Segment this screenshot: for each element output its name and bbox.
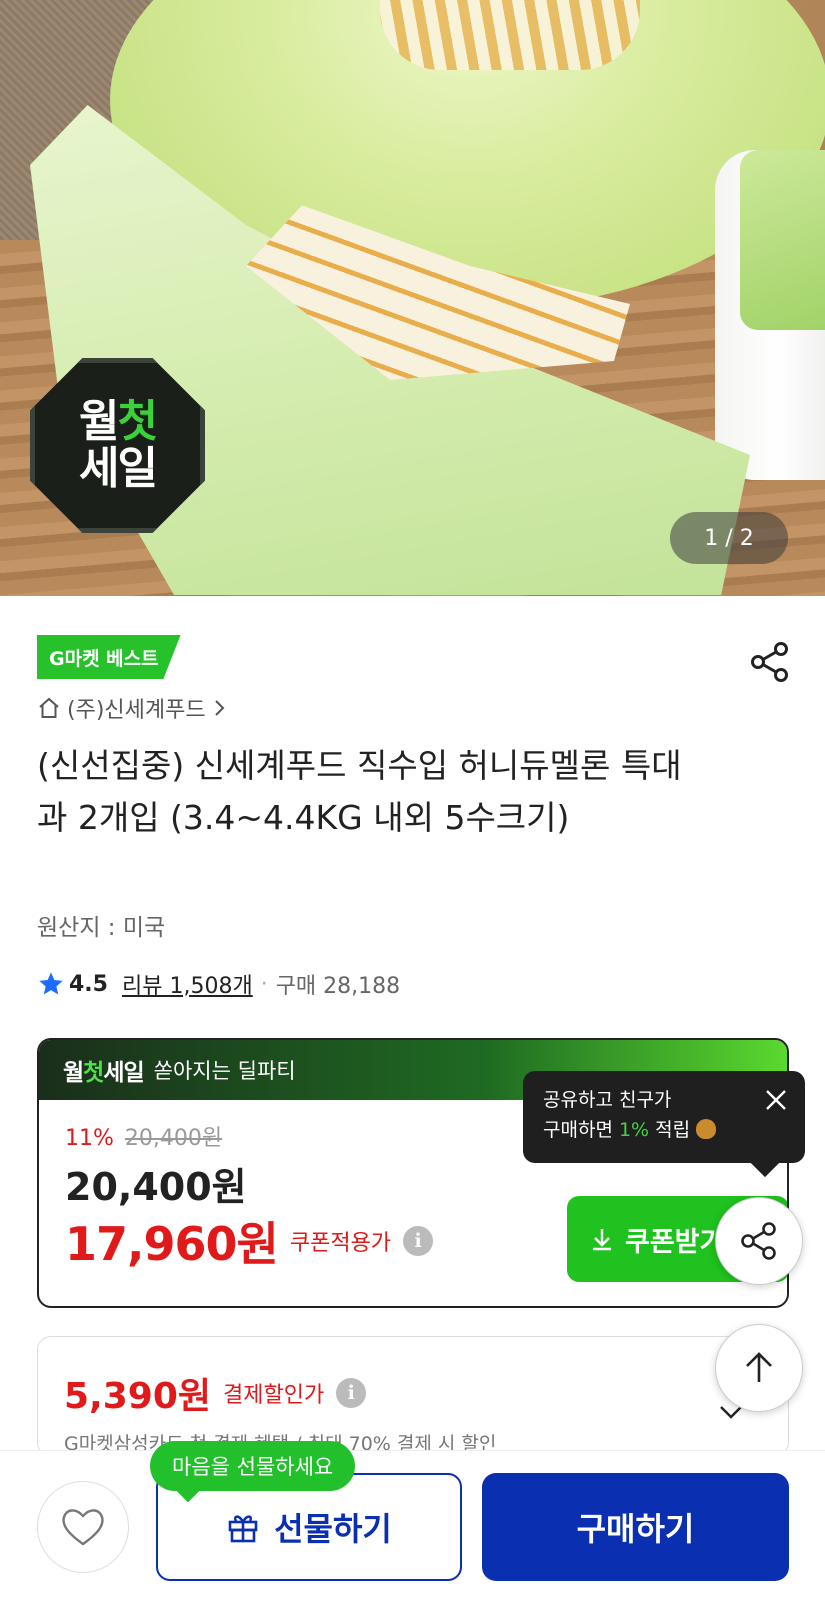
- image-page-indicator: 1 / 2: [670, 512, 788, 564]
- buy-button[interactable]: 구매하기: [482, 1473, 789, 1581]
- heart-icon: [62, 1509, 104, 1546]
- badge-text-2: 첫: [117, 396, 159, 448]
- close-icon[interactable]: [761, 1085, 791, 1115]
- origin-info: 원산지 : 미국: [37, 915, 166, 941]
- deal-subtitle: 쏟아지는 딜파티: [153, 1059, 296, 1083]
- discount-percent: 11%: [65, 1126, 114, 1151]
- sale-price: 20,400원: [65, 1165, 247, 1209]
- discount-row: 11% 20,400원: [65, 1120, 222, 1152]
- tooltip-line-1: 공유하고 친구가: [543, 1089, 672, 1111]
- image-bowl-fruit: [740, 150, 825, 330]
- payment-price-row: 5,390원 결제할인가 i: [64, 1367, 367, 1419]
- coupon-download-label: 쿠폰받기: [625, 1226, 725, 1258]
- seller-name: (주)신세계푸드: [67, 698, 206, 723]
- share-reward-tooltip: 공유하고 친구가 구매하면 1% 적립: [523, 1071, 805, 1178]
- monthly-sale-badge: 월첫 세일: [30, 358, 205, 533]
- seller-link[interactable]: (주)신세계푸드: [37, 692, 228, 724]
- gift-button-label: 선물하기: [274, 1510, 392, 1548]
- star-icon: [39, 972, 63, 995]
- image-melon-seeds: [380, 0, 640, 70]
- payment-price-label: 결제할인가: [223, 1383, 325, 1408]
- share-icon: [741, 1222, 776, 1260]
- home-icon: [39, 697, 59, 718]
- badge-text-3: 세일: [79, 442, 158, 494]
- scroll-to-top-button[interactable]: [715, 1324, 803, 1412]
- gmarket-best-badge: G마켓 베스트: [37, 635, 181, 679]
- separator-dot: ·: [260, 971, 268, 997]
- payment-price: 5,390원: [64, 1376, 211, 1417]
- share-icon[interactable]: [748, 640, 792, 684]
- gift-promo-bubble: 마음을 선물하세요: [150, 1441, 356, 1503]
- original-price: 20,400원: [124, 1126, 223, 1151]
- rating-row: 4.5 리뷰 1,508개 · 구매 28,188: [37, 968, 400, 1000]
- floating-share-button[interactable]: [715, 1197, 803, 1285]
- money-bag-icon: [696, 1119, 717, 1140]
- purchase-count: 구매 28,188: [275, 974, 401, 999]
- deal-brand: 월첫세일: [63, 1060, 145, 1086]
- rating-score: 4.5: [69, 971, 108, 997]
- coupon-price-row: 17,960원 쿠폰적용가 i: [65, 1208, 434, 1274]
- tooltip-line-2: 구매하면 1% 적립: [543, 1115, 785, 1145]
- review-link[interactable]: 리뷰 1,508개: [122, 968, 253, 1000]
- info-icon[interactable]: i: [336, 1378, 367, 1408]
- payment-discount-box[interactable]: 5,390원 결제할인가 i G마켓삼성카드 첫 결제 혜택 / 최대 70% …: [37, 1336, 789, 1456]
- coupon-price-label: 쿠폰적용가: [289, 1231, 392, 1256]
- download-icon: [593, 1229, 611, 1251]
- bottom-action-bar: 선물하기 구매하기: [0, 1450, 825, 1600]
- coupon-price: 17,960원: [65, 1217, 279, 1271]
- arrow-up-icon: [746, 1352, 772, 1382]
- product-title: (신선집중) 신세계푸드 직수입 허니듀멜론 특대과 2개입 (3.4~4.4K…: [37, 746, 682, 838]
- chevron-right-icon: [214, 700, 225, 716]
- favorite-button[interactable]: [37, 1481, 129, 1573]
- gift-icon: [228, 1515, 258, 1543]
- gift-bubble-text: 마음을 선물하세요: [172, 1455, 334, 1479]
- info-icon[interactable]: i: [403, 1226, 434, 1256]
- badge-text-1: 월: [79, 396, 120, 448]
